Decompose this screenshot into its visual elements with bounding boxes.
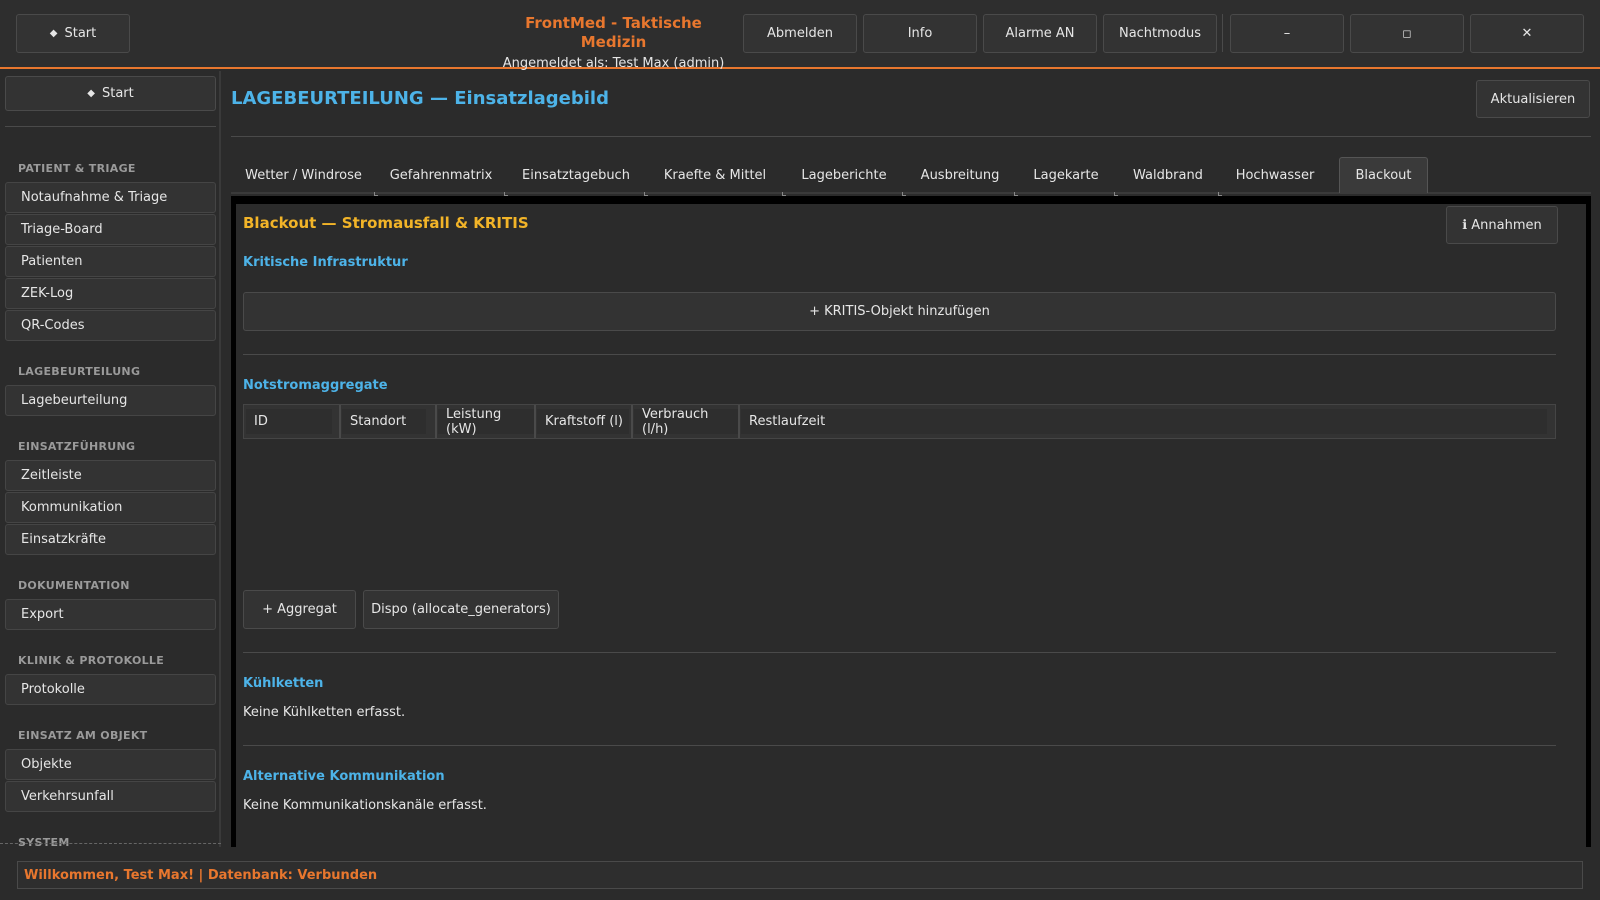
sidebar-item-qr-codes[interactable]: QR-Codes (5, 310, 216, 341)
tab-waldbrand[interactable]: Waldbrand (1116, 157, 1222, 196)
tab-label: Blackout (1355, 168, 1412, 183)
info-button[interactable]: Info (863, 14, 977, 53)
tab-label: Ausbreitung (920, 167, 1000, 183)
sidebar-divider (5, 126, 216, 127)
sidebar-start-button[interactable]: ◆ Start (5, 76, 216, 111)
top-bar: ◆ Start FrontMed - Taktische Medizin Ang… (0, 0, 1600, 71)
panel-title: Blackout — Stromausfall & KRITIS (243, 214, 529, 232)
kritis-heading: Kritische Infrastruktur (243, 255, 408, 270)
column-separator[interactable] (738, 405, 740, 438)
sidebar-item-zek-log[interactable]: ZEK-Log (5, 278, 216, 309)
altcomm-heading: Alternative Kommunikation (243, 769, 445, 784)
logout-button[interactable]: Abmelden (743, 14, 857, 53)
close-icon: ✕ (1521, 26, 1533, 41)
sidebar-scroll-edge (0, 843, 221, 844)
tab-gefahrenmatrix[interactable]: Gefahrenmatrix (376, 157, 508, 196)
night-mode-button[interactable]: Nachtmodus (1103, 14, 1217, 53)
altcomm-empty-text: Keine Kommunikationskanäle erfasst. (243, 798, 487, 813)
column-separator[interactable] (631, 405, 633, 438)
tab-label: Lagekarte (1033, 167, 1099, 183)
page-title: LAGEBEURTEILUNG — Einsatzlagebild (231, 88, 609, 109)
tab-ausbreitung[interactable]: Ausbreitung (904, 157, 1018, 196)
app-title-block: FrontMed - Taktische Medizin Angemeldet … (490, 14, 737, 74)
sidebar-item-verkehrsunfall[interactable]: Verkehrsunfall (5, 781, 216, 812)
add-kritis-button[interactable]: + KRITIS-Objekt hinzufügen (243, 292, 1556, 331)
diamond-icon: ◆ (87, 88, 95, 99)
sidebar-item-lagebeurteilung[interactable]: Lagebeurteilung (5, 385, 216, 416)
tab-label: Lageberichte (801, 167, 887, 183)
close-button[interactable]: ✕ (1470, 14, 1584, 53)
alarms-toggle-button[interactable]: Alarme AN (983, 14, 1097, 53)
generators-table-header: ID Standort Leistung (kW) Kraftstoff (l)… (243, 404, 1556, 439)
sidebar-item-triage-board[interactable]: Triage-Board (5, 214, 216, 245)
dispo-generators-button[interactable]: Dispo (allocate_generators) (363, 590, 559, 629)
tab-label: Gefahrenmatrix (389, 167, 493, 183)
add-aggregate-button[interactable]: + Aggregat (243, 590, 356, 629)
tab-kraefte-mittel[interactable]: Kraefte & Mittel (646, 157, 786, 196)
tab-label: Hochwasser (1235, 167, 1315, 183)
sidebar-item-export[interactable]: Export (5, 599, 216, 630)
blackout-panel: Blackout — Stromausfall & KRITIS ℹ Annah… (231, 196, 1591, 847)
sidebar-item-protokolle[interactable]: Protokolle (5, 674, 216, 705)
tab-lageberichte[interactable]: Lageberichte (784, 157, 906, 196)
start-button[interactable]: ◆ Start (16, 14, 130, 53)
tab-einsatztagebuch[interactable]: Einsatztagebuch (506, 157, 648, 196)
sidebar-heading-dokumentation: DOKUMENTATION (18, 579, 130, 592)
column-header-id[interactable]: ID (246, 409, 332, 434)
sidebar-item-objekte[interactable]: Objekte (5, 749, 216, 780)
column-header-kraftstoff[interactable]: Kraftstoff (l) (537, 409, 629, 434)
start-button-label: Start (64, 26, 97, 41)
tab-label: Einsatztagebuch (522, 167, 630, 183)
main-area: LAGEBEURTEILUNG — Einsatzlagebild Aktual… (222, 71, 1600, 847)
column-separator[interactable] (339, 405, 341, 438)
tab-lagekarte[interactable]: Lagekarte (1016, 157, 1118, 196)
minimize-button[interactable]: – (1230, 14, 1344, 53)
sidebar-item-einsatzkraefte[interactable]: Einsatzkräfte (5, 524, 216, 555)
coldchain-empty-text: Keine Kühlketten erfasst. (243, 705, 406, 720)
title-divider (231, 136, 1591, 137)
sidebar-heading-klinik-protokolle: KLINIK & PROTOKOLLE (18, 654, 165, 667)
sidebar-heading-patient-triage: PATIENT & TRIAGE (18, 162, 136, 175)
maximize-button[interactable]: ◻ (1350, 14, 1464, 53)
column-header-leistung[interactable]: Leistung (kW) (438, 407, 534, 437)
column-separator[interactable] (435, 405, 437, 438)
tab-label: Waldbrand (1133, 167, 1203, 183)
generators-heading: Notstromaggregate (243, 378, 388, 393)
minimize-icon: – (1283, 26, 1291, 41)
sidebar-item-kommunikation[interactable]: Kommunikation (5, 492, 216, 523)
section-divider (243, 745, 1556, 746)
tab-label: Kraefte & Mittel (663, 167, 767, 183)
section-divider (243, 652, 1556, 653)
status-bar: Willkommen, Test Max! | Datenbank: Verbu… (0, 847, 1600, 900)
sidebar-heading-einsatz-objekt: EINSATZ AM OBJEKT (18, 729, 148, 742)
blackout-panel-content: Blackout — Stromausfall & KRITIS ℹ Annah… (236, 204, 1586, 847)
assumptions-button[interactable]: ℹ Annahmen (1446, 206, 1558, 244)
tab-blackout[interactable]: Blackout (1339, 157, 1428, 193)
sidebar-item-patienten[interactable]: Patienten (5, 246, 216, 277)
tab-wetter-windrose[interactable]: Wetter / Windrose (231, 157, 378, 196)
sidebar-item-zeitleiste[interactable]: Zeitleiste (5, 460, 216, 491)
column-separator[interactable] (534, 405, 536, 438)
sidebar-item-notaufnahme[interactable]: Notaufnahme & Triage (5, 182, 216, 213)
app-title: FrontMed - Taktische Medizin (525, 14, 702, 51)
tab-hochwasser[interactable]: Hochwasser (1220, 157, 1330, 193)
status-message: Willkommen, Test Max! | Datenbank: Verbu… (17, 861, 1583, 889)
column-header-verbrauch[interactable]: Verbrauch (l/h) (634, 407, 738, 437)
section-divider (243, 354, 1556, 355)
sidebar-heading-lagebeurteilung: LAGEBEURTEILUNG (18, 365, 141, 378)
column-header-standort[interactable]: Standort (342, 409, 426, 434)
column-header-restlaufzeit[interactable]: Restlaufzeit (741, 409, 1547, 434)
sidebar: ◆ Start PATIENT & TRIAGE Notaufnahme & T… (0, 71, 221, 849)
coldchain-heading: Kühlketten (243, 676, 324, 691)
tab-bar: Wetter / Windrose Gefahrenmatrix Einsatz… (231, 157, 1591, 196)
tab-label: Wetter / Windrose (245, 167, 362, 183)
diamond-icon: ◆ (49, 28, 58, 39)
maximize-icon: ◻ (1402, 27, 1412, 40)
toolbar-separator (1222, 14, 1223, 52)
sidebar-heading-einsatzfuehrung: EINSATZFÜHRUNG (18, 440, 136, 453)
refresh-button[interactable]: Aktualisieren (1476, 80, 1590, 118)
sidebar-start-label: Start (101, 86, 134, 101)
